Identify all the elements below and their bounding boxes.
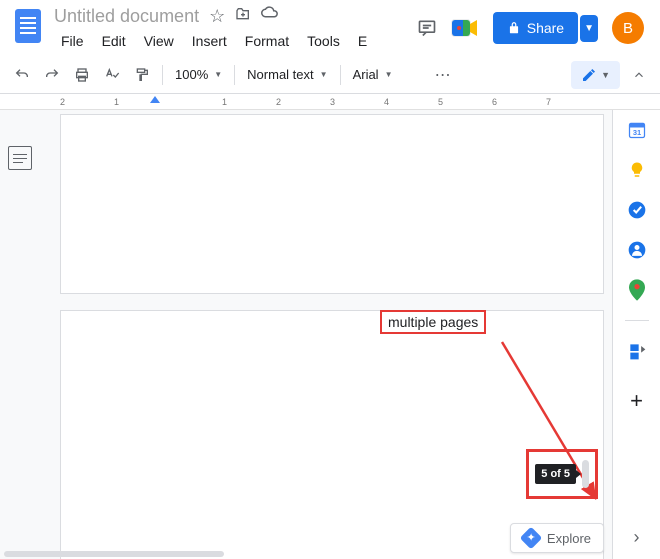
ruler-mark: 2 xyxy=(60,97,114,107)
undo-button[interactable] xyxy=(8,61,36,89)
style-select[interactable]: Normal text▼ xyxy=(241,63,333,86)
ruler-mark: 4 xyxy=(384,97,438,107)
menu-file[interactable]: File xyxy=(54,29,91,53)
menu-view[interactable]: View xyxy=(137,29,181,53)
scrollbar-thumb[interactable] xyxy=(582,460,589,488)
document-outline-button[interactable] xyxy=(8,146,32,170)
explore-label: Explore xyxy=(547,531,591,546)
spellcheck-button[interactable] xyxy=(98,61,126,89)
docs-logo[interactable] xyxy=(8,6,48,46)
ruler-mark: 6 xyxy=(492,97,546,107)
hide-sidepanel-button[interactable]: › xyxy=(627,527,647,547)
share-button[interactable]: Share xyxy=(493,12,578,44)
annotation-label: multiple pages xyxy=(380,310,486,334)
menu-edit[interactable]: Edit xyxy=(95,29,133,53)
ruler-mark: 2 xyxy=(276,97,330,107)
horizontal-ruler[interactable]: 2 1 1 2 3 4 5 6 7 xyxy=(0,94,660,110)
print-button[interactable] xyxy=(68,61,96,89)
menu-tools[interactable]: Tools xyxy=(300,29,347,53)
page-indicator-highlight: 5 of 5 xyxy=(526,449,598,499)
cloud-status-icon[interactable] xyxy=(261,6,279,27)
ruler-mark: 5 xyxy=(438,97,492,107)
get-addons-button[interactable]: + xyxy=(627,391,647,411)
tasks-icon[interactable] xyxy=(627,200,647,220)
maps-icon[interactable] xyxy=(627,280,647,300)
editing-mode-button[interactable]: ▼ xyxy=(571,61,620,89)
zoom-select[interactable]: 100%▼ xyxy=(169,63,228,86)
svg-text:31: 31 xyxy=(632,128,640,137)
more-toolbar-button[interactable]: ⋯ xyxy=(429,59,457,91)
left-gutter xyxy=(0,110,40,559)
header-actions: Share ▼ B xyxy=(417,6,652,44)
meet-icon[interactable] xyxy=(451,17,479,39)
ruler-mark: 3 xyxy=(330,97,384,107)
menu-extensions-truncated[interactable]: E xyxy=(351,29,374,53)
toolbar-separator xyxy=(234,65,235,85)
menu-bar: File Edit View Insert Format Tools E xyxy=(54,29,417,53)
document-page[interactable] xyxy=(60,114,604,294)
paint-format-button[interactable] xyxy=(128,61,156,89)
hide-menus-button[interactable] xyxy=(626,62,652,88)
ruler-mark: 7 xyxy=(546,97,600,107)
menu-insert[interactable]: Insert xyxy=(185,29,234,53)
pencil-icon xyxy=(581,67,597,83)
share-label: Share xyxy=(527,20,564,36)
star-icon[interactable]: ☆ xyxy=(209,6,225,27)
toolbar-separator xyxy=(162,65,163,85)
sidepanel-divider xyxy=(625,320,649,321)
document-title[interactable]: Untitled document xyxy=(54,6,199,27)
app-header: Untitled document ☆ File Edit View Inser… xyxy=(0,0,660,56)
share-dropdown[interactable]: ▼ xyxy=(580,15,598,42)
contacts-icon[interactable] xyxy=(627,240,647,260)
document-canvas[interactable]: multiple pages 5 of 5 Explore xyxy=(40,110,612,559)
account-avatar[interactable]: B xyxy=(612,12,644,44)
toolbar: 100%▼ Normal text▼ Arial▼ ⋯ ▼ xyxy=(0,56,660,94)
font-select[interactable]: Arial▼ xyxy=(347,63,427,86)
redo-button[interactable] xyxy=(38,61,66,89)
explore-button[interactable]: Explore xyxy=(510,523,604,553)
menu-format[interactable]: Format xyxy=(238,29,296,53)
docs-logo-icon xyxy=(15,9,41,43)
toolbar-separator xyxy=(340,65,341,85)
explore-icon xyxy=(520,527,543,550)
keep-icon[interactable] xyxy=(627,160,647,180)
ruler-mark: 1 xyxy=(222,97,276,107)
ruler-mark: 1 xyxy=(114,97,168,107)
content-area: multiple pages 5 of 5 Explore 31 + › xyxy=(0,110,660,559)
comment-history-icon[interactable] xyxy=(417,18,437,38)
move-icon[interactable] xyxy=(235,6,251,27)
side-panel: 31 + › xyxy=(612,110,660,559)
calendar-icon[interactable]: 31 xyxy=(627,120,647,140)
title-area: Untitled document ☆ File Edit View Inser… xyxy=(48,6,417,53)
page-count-badge: 5 of 5 xyxy=(535,464,576,484)
horizontal-scrollbar[interactable] xyxy=(4,551,224,557)
addons-icon[interactable] xyxy=(627,341,647,361)
